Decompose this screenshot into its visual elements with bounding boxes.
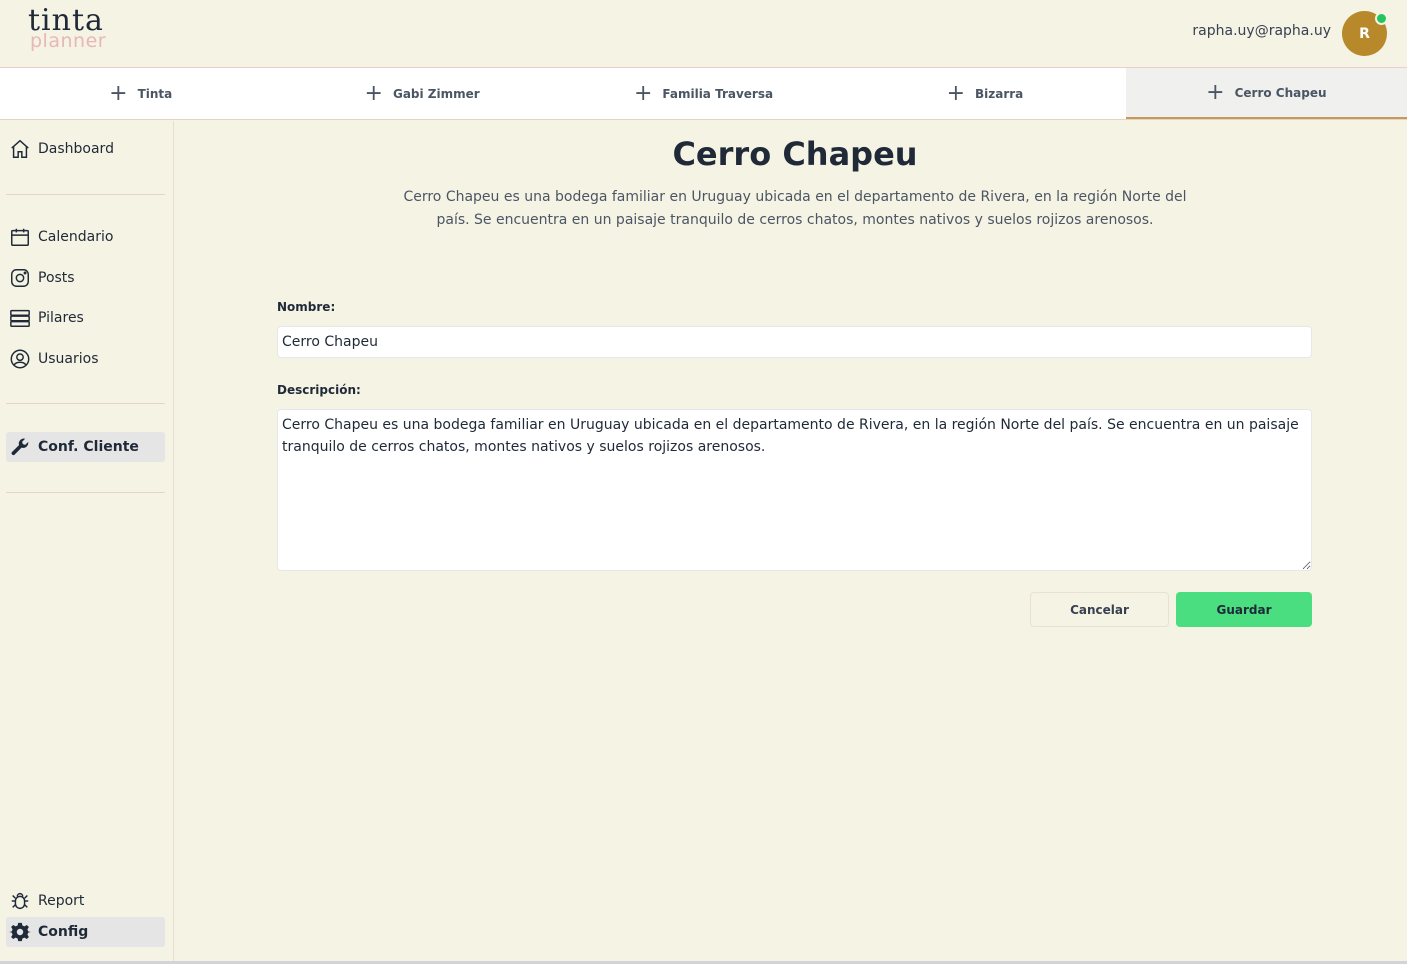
online-status-dot [1375,12,1388,25]
sidebar: Dashboard Calendario Posts Pilares Usuar… [0,121,174,964]
calendar-icon [8,225,32,249]
sidebar-item-pilares[interactable]: Pilares [6,303,165,333]
sidebar-item-conf-cliente[interactable]: Conf. Cliente [6,432,165,462]
sidebar-item-label: Conf. Cliente [38,439,139,455]
plus-icon: + [1206,79,1225,105]
tab-label: Bizarra [975,86,1024,101]
sidebar-item-label: Calendario [38,229,114,245]
top-header: tinta planner rapha.uy@rapha.uy R [0,0,1407,68]
plus-icon: + [633,80,653,106]
sidebar-divider [6,492,165,493]
logo-sub-text: planner [30,30,107,52]
tab-tinta[interactable]: + Tinta [0,68,281,119]
bug-icon [8,889,32,913]
tab-cerro-chapeu[interactable]: + Cerro Chapeu [1125,68,1407,119]
tab-gabi-zimmer[interactable]: + Gabi Zimmer [281,68,562,119]
tab-bizarra[interactable]: + Bizarra [844,68,1125,119]
plus-icon: + [109,80,128,106]
page-title: Cerro Chapeu [672,135,918,173]
server-icon [8,306,32,330]
user-circle-icon [8,347,32,371]
sidebar-divider [6,194,165,195]
client-tabs: + Tinta + Gabi Zimmer + Familia Traversa… [0,68,1407,120]
sidebar-item-label: Usuarios [38,351,99,367]
sidebar-item-label: Report [38,893,85,909]
save-button[interactable]: Guardar [1176,592,1312,627]
nombre-input[interactable] [277,326,1312,358]
tab-label: Familia Traversa [662,86,774,101]
sidebar-item-posts[interactable]: Posts [6,263,165,293]
tab-familia-traversa[interactable]: + Familia Traversa [563,68,844,119]
page-description: Cerro Chapeu es una bodega familiar en U… [403,189,1187,228]
sidebar-divider [6,403,165,404]
sidebar-item-config[interactable]: Config [6,917,165,947]
tab-label: Tinta [137,86,173,101]
descripcion-label: Descripción: [277,383,361,397]
app-root: tinta planner rapha.uy@rapha.uy R + Tint… [0,0,1407,964]
sidebar-item-label: Dashboard [38,141,114,157]
tab-label: Gabi Zimmer [392,86,480,101]
tab-label: Cerro Chapeu [1234,85,1327,100]
plus-icon: + [946,80,965,106]
gear-icon [8,920,32,944]
sidebar-item-label: Posts [38,270,75,286]
descripcion-textarea[interactable]: Cerro Chapeu es una bodega familiar en U… [277,409,1312,571]
plus-icon: + [364,80,383,106]
cancel-button[interactable]: Cancelar [1030,592,1169,627]
sidebar-item-label: Config [38,924,89,940]
wrench-icon [8,435,32,459]
logo[interactable]: tinta planner [28,6,106,51]
user-email: rapha.uy@rapha.uy [1192,23,1331,39]
avatar-initial: R [1359,25,1370,42]
main-content: Cerro Chapeu Cerro Chapeu es una bodega … [175,121,1407,961]
sidebar-item-usuarios[interactable]: Usuarios [6,344,165,374]
home-icon [8,137,32,161]
instagram-icon [8,266,32,290]
sidebar-item-report[interactable]: Report [6,886,165,916]
nombre-label: Nombre: [277,300,336,314]
sidebar-item-calendario[interactable]: Calendario [6,222,165,252]
sidebar-item-dashboard[interactable]: Dashboard [6,134,165,164]
sidebar-item-label: Pilares [38,310,84,326]
